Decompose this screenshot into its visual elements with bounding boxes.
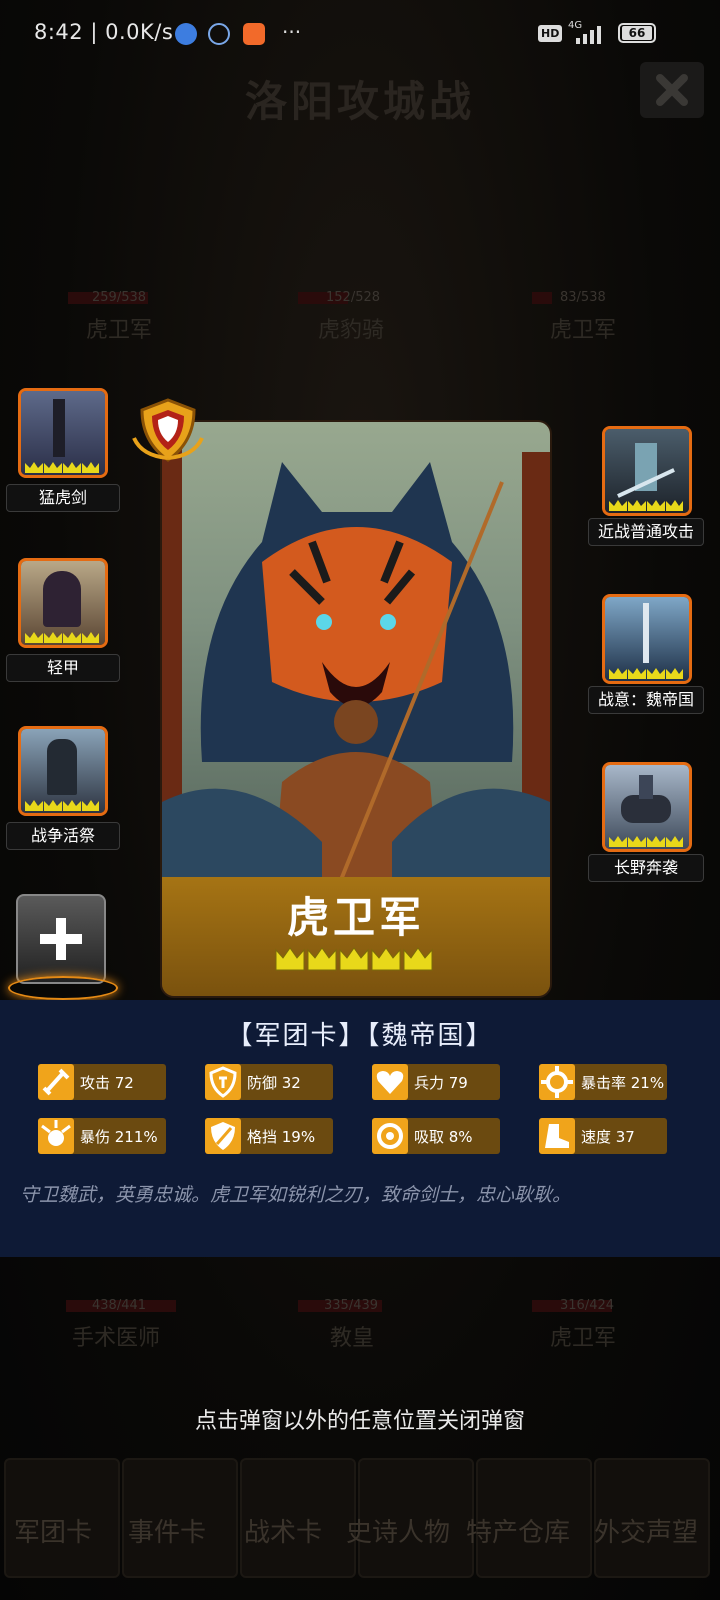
tiger-warrior-illustration [162,422,550,922]
close-button[interactable] [640,62,704,118]
sword-icon [18,388,108,478]
equipment-item[interactable]: 战争活祭 [6,726,120,852]
cloud-icon [208,23,230,45]
stat-defense: 防御 32 [205,1064,333,1100]
boot-icon [539,1118,575,1154]
card-type-title: 【军团卡】【魏帝国】 [226,1021,494,1051]
more-notifications-icon: ··· [282,20,302,44]
card-description: 守卫魏武，英勇忠诚。虎卫军如锐利之刃，致命剑士，忠心耿耿。 [20,1184,572,1206]
battery-level: 66 [622,26,652,40]
unit-hp-text: 259/538 [92,290,147,305]
hd-icon: HD [538,25,563,42]
unit-hp-text: 316/424 [560,1298,615,1313]
unit-name: 虎豹骑 [318,318,385,343]
unit-hp-text: 335/439 [324,1298,379,1313]
stat-crit-damage: 暴伤 211% [38,1118,166,1154]
skill-label: 战意：魏帝国 [588,686,704,714]
melee-attack-icon [602,426,692,516]
status-bar: 8:42 | 0.0K/s ··· HD 4G 66 [0,0,720,70]
unit-hp-text: 438/441 [92,1298,147,1313]
item-label: 轻甲 [6,654,120,682]
plus-icon [40,918,82,960]
nav-label: 外交声望 [594,1518,699,1548]
unit-name: 虎卫军 [86,318,153,343]
drain-icon [372,1118,408,1154]
item-label: 战争活祭 [6,822,120,850]
card-name: 虎卫军 [286,893,425,942]
battle-will-icon [602,594,692,684]
cavalry-raid-icon [602,762,692,852]
heart-icon [372,1064,408,1100]
status-time: 8:42 | 0.0K/s [34,20,174,44]
stat-attack: 攻击 72 [38,1064,166,1100]
add-button-glow [8,976,118,1000]
unit-name: 虎卫军 [550,1326,617,1351]
card-stars [275,947,433,971]
stat-block: 格挡 19% [205,1118,333,1154]
battery-icon: 66 [618,23,656,43]
stat-crit-rate: 暴击率 21% [539,1064,667,1100]
stat-drain: 吸取 8% [372,1118,500,1154]
app-notification-icon [175,23,197,45]
stat-speed: 速度 37 [539,1118,667,1154]
block-icon [205,1118,241,1154]
skill-item[interactable]: 长野奔袭 [588,760,704,886]
unit-hp-text: 83/538 [560,290,606,305]
sword-icon [38,1064,74,1100]
nav-label: 史诗人物 [346,1518,451,1548]
nav-label: 军团卡 [14,1518,93,1548]
app-notification-icon [243,23,265,45]
equipment-item[interactable]: 轻甲 [6,558,120,684]
nav-label: 战术卡 [244,1518,323,1548]
skill-label: 长野奔袭 [588,854,704,882]
unit-name: 教皇 [330,1326,375,1351]
add-equipment-button[interactable] [16,894,106,984]
shield-icon [205,1064,241,1100]
sacrifice-icon [18,726,108,816]
crit-icon [539,1064,575,1100]
close-hint: 点击弹窗以外的任意位置关闭弹窗 [194,1409,525,1434]
card-artwork [162,422,550,922]
battle-title: 洛阳攻城战 [244,77,475,126]
unit-name: 虎卫军 [550,318,617,343]
skill-item[interactable]: 近战普通攻击 [588,424,704,550]
close-icon [656,74,688,106]
item-label: 猛虎剑 [6,484,120,512]
signal-icon [576,26,601,44]
shield-badge-icon [132,398,204,462]
skill-label: 近战普通攻击 [588,518,704,546]
unit-hp-bar [532,292,552,304]
nav-label: 特产仓库 [466,1518,571,1548]
armor-icon [18,558,108,648]
nav-label: 事件卡 [128,1518,207,1548]
stat-troops: 兵力 79 [372,1064,500,1100]
burst-icon [38,1118,74,1154]
unit-name: 手术医师 [72,1326,161,1351]
skill-item[interactable]: 战意：魏帝国 [588,592,704,718]
unit-hp-text: 152/528 [326,290,381,305]
legion-card[interactable]: 虎卫军 [160,420,552,998]
equipment-item[interactable]: 猛虎剑 [6,388,120,514]
